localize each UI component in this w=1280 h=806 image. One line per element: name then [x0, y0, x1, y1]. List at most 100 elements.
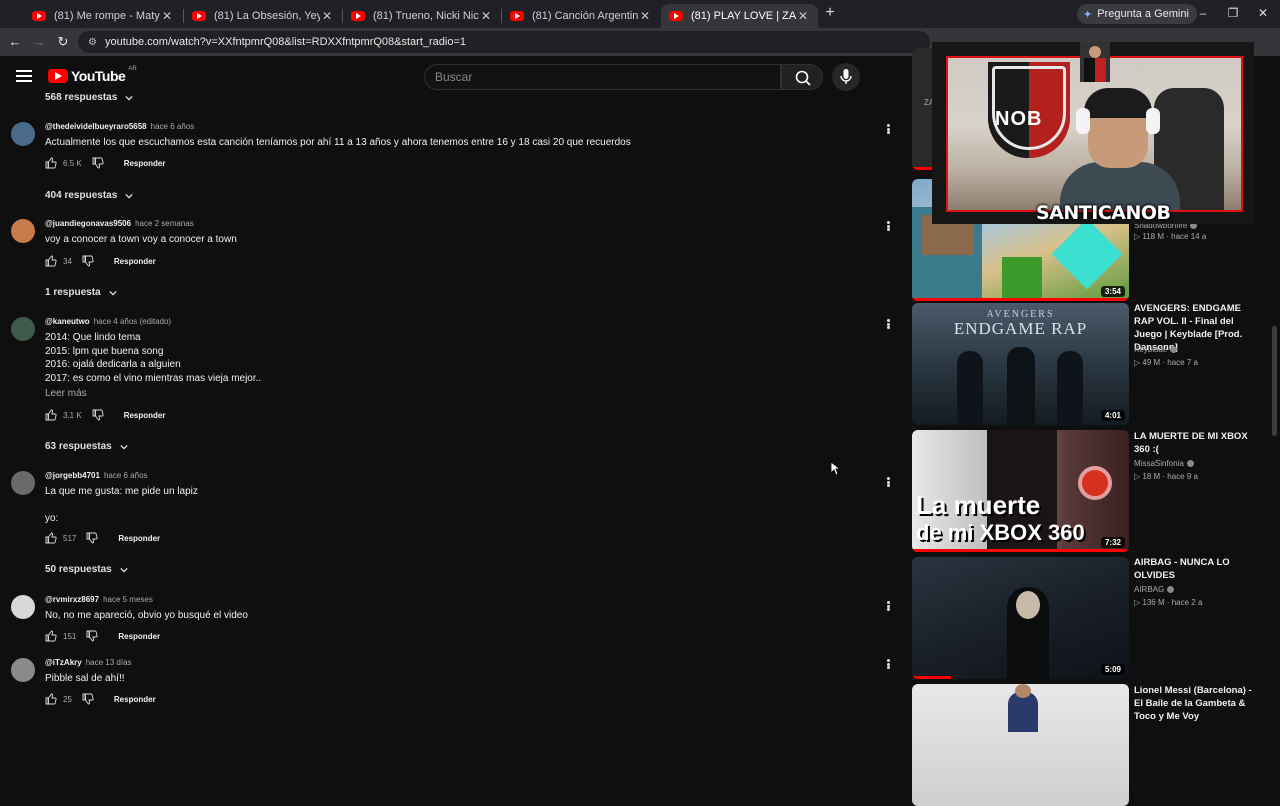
like-icon[interactable] [45, 532, 57, 544]
more-actions-icon[interactable] [884, 475, 892, 489]
comment-author[interactable]: @jorgebb4701 [45, 471, 100, 480]
avatar[interactable] [11, 595, 35, 619]
view-replies-button[interactable]: 568 respuestas [45, 92, 133, 103]
channel-name[interactable]: AIRBAG [1134, 585, 1175, 594]
minimize-window-icon[interactable]: – [1196, 6, 1210, 20]
comment-time[interactable]: hace 5 meses [103, 595, 153, 604]
more-actions-icon[interactable] [884, 657, 892, 671]
channel-name[interactable]: MissaSinfonia [1134, 459, 1194, 468]
like-icon[interactable] [45, 255, 57, 267]
video-thumbnail[interactable] [912, 684, 1129, 806]
voice-search-button[interactable] [832, 63, 860, 91]
view-replies-button[interactable]: 50 respuestas [45, 564, 128, 575]
comment-time[interactable]: hace 4 años (editado) [94, 317, 171, 326]
forward-arrow-icon[interactable]: → [31, 34, 47, 50]
chevron-down-icon [120, 444, 128, 450]
comment-time[interactable]: hace 6 años [151, 122, 195, 131]
more-actions-icon[interactable] [884, 317, 892, 331]
reply-button[interactable]: Responder [118, 632, 160, 641]
gemini-button[interactable]: ✦ Pregunta a Gemini [1077, 4, 1197, 24]
comment-thread: @rvmirxz8697 hace 5 meses No, no me apare… [0, 595, 900, 645]
comment-thread: @thedeivideIbueyraro5658 hace 6 años Actu… [0, 122, 900, 212]
restore-window-icon[interactable]: ❐ [1226, 6, 1240, 20]
menu-icon[interactable] [16, 70, 32, 82]
close-tab-icon[interactable]: ✕ [320, 9, 334, 23]
youtube-logo[interactable]: YouTube AR [48, 66, 137, 84]
dislike-icon[interactable] [82, 693, 94, 705]
like-icon[interactable] [45, 630, 57, 642]
chevron-down-icon [108, 290, 117, 296]
reply-button[interactable]: Responder [118, 534, 160, 543]
site-info-icon[interactable]: ⚙ [88, 37, 97, 48]
comment-text: voy a conocer a town voy a conocer a tow… [45, 234, 237, 245]
read-more-link[interactable]: Leer más [45, 388, 87, 399]
comment-author[interactable]: @juandiegonavas9506 [45, 219, 131, 228]
reply-button[interactable]: Responder [124, 411, 166, 420]
close-tab-icon[interactable]: ✕ [796, 9, 810, 23]
more-actions-icon[interactable] [884, 599, 892, 613]
browser-tab[interactable]: (81) Me rompe - MatysitoFlowI ✕ [24, 4, 182, 28]
comment-thread: @kaneutwo hace 4 años (editado) 2014: Que… [0, 317, 900, 457]
more-actions-icon[interactable] [884, 122, 892, 136]
comment-author[interactable]: @thedeivideIbueyraro5658 [45, 122, 147, 131]
reply-button[interactable]: Responder [124, 159, 166, 168]
video-title[interactable]: LA MUERTE DE MI XBOX 360 :( [1134, 430, 1262, 456]
reload-icon[interactable]: ↻ [55, 34, 71, 50]
address-bar[interactable]: ⚙ youtube.com/watch?v=XXfntpmrQ08&list=R… [78, 31, 930, 53]
close-window-icon[interactable]: ✕ [1256, 6, 1270, 20]
dislike-icon[interactable] [86, 630, 98, 642]
video-title[interactable]: Lionel Messi (Barcelona) - El Baile de l… [1134, 684, 1262, 723]
youtube-favicon-icon [510, 11, 524, 21]
browser-tab[interactable]: (81) Canción Argentina vs Brasi ✕ [502, 4, 660, 28]
video-title[interactable]: AIRBAG - NUNCA LO OLVIDES [1134, 556, 1262, 582]
avatar[interactable] [11, 219, 35, 243]
video-thumbnail[interactable]: La muerte de mi XBOX 360 7:32 [912, 430, 1129, 552]
more-actions-icon[interactable] [884, 219, 892, 233]
video-stats: ▷ 136 M · hace 2 a [1134, 598, 1203, 607]
close-tab-icon[interactable]: ✕ [479, 9, 493, 23]
view-replies-button[interactable]: 63 respuestas [45, 441, 128, 452]
reply-button[interactable]: Responder [114, 257, 156, 266]
like-icon[interactable] [45, 693, 57, 705]
browser-tab[interactable]: (81) Trueno, Nicki Nicole, Bizar ✕ [343, 4, 501, 28]
youtube-favicon-icon [351, 11, 365, 21]
view-replies-button[interactable]: 404 respuestas [45, 190, 133, 201]
comment-text-line: 2015: lpm que buena song [45, 346, 164, 357]
back-arrow-icon[interactable]: ← [7, 34, 23, 50]
comment-time[interactable]: hace 6 años [104, 471, 148, 480]
xbox-ring-art [1078, 466, 1112, 500]
comment-time[interactable]: hace 13 días [86, 658, 132, 667]
close-tab-icon[interactable]: ✕ [160, 9, 174, 23]
search-input[interactable]: Buscar [424, 64, 781, 90]
search-button[interactable] [781, 64, 823, 90]
video-thumbnail[interactable]: AVENGERS ENDGAME RAP 4:01 [912, 303, 1129, 425]
scrollbar-thumb[interactable] [1272, 326, 1277, 436]
comment-author[interactable]: @iTzAkry [45, 658, 82, 667]
avatar[interactable] [11, 471, 35, 495]
avatar[interactable] [11, 658, 35, 682]
comment-text-line: yo: [45, 513, 59, 524]
reply-button[interactable]: Responder [114, 695, 156, 704]
comment-time[interactable]: hace 2 semanas [135, 219, 194, 228]
dislike-icon[interactable] [82, 255, 94, 267]
view-replies-button[interactable]: 1 respuesta [45, 287, 117, 298]
dislike-icon[interactable] [86, 532, 98, 544]
comment-thread: @jorgebb4701 hace 6 años La que me gusta:… [0, 471, 900, 581]
comment-author[interactable]: @rvmirxz8697 [45, 595, 99, 604]
browser-tab[interactable]: (81) La Obsesión, Yeyo, Doony ✕ [184, 4, 342, 28]
close-tab-icon[interactable]: ✕ [638, 9, 652, 23]
avatar[interactable] [11, 122, 35, 146]
browser-tab-active[interactable]: (81) PLAY LOVE | ZARCORT Y TO ✕ [661, 4, 818, 28]
chevron-down-icon [125, 193, 133, 199]
verified-icon [1170, 346, 1178, 354]
channel-name[interactable]: Keyblade [1134, 345, 1178, 354]
like-icon[interactable] [45, 409, 57, 421]
like-icon[interactable] [45, 157, 57, 169]
dislike-icon[interactable] [92, 409, 104, 421]
video-thumbnail[interactable]: 5:09 [912, 557, 1129, 679]
comment-author[interactable]: @kaneutwo [45, 317, 90, 326]
new-tab-button[interactable]: + [822, 5, 838, 21]
streamer-name: SANTICANOB [1036, 202, 1171, 224]
dislike-icon[interactable] [92, 157, 104, 169]
avatar[interactable] [11, 317, 35, 341]
